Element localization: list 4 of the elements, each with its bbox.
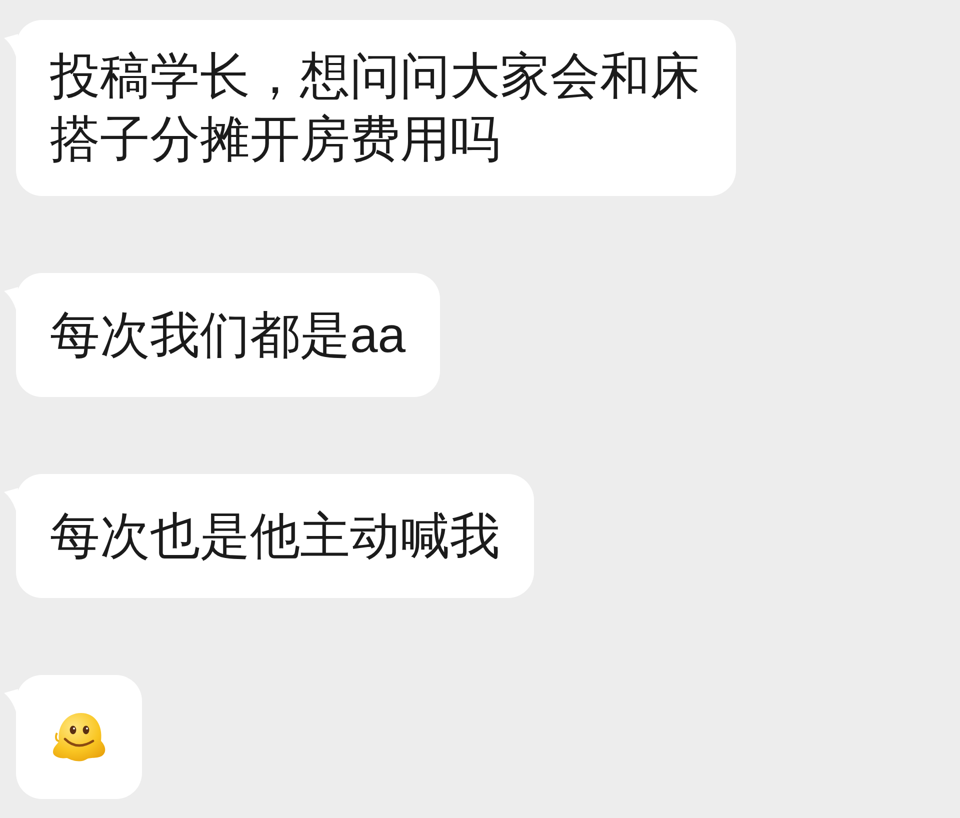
message-text: 投稿学长，想问问大家会和床搭子分摊开房费用吗 [50,47,701,169]
message-text: 每次也是他主动喊我 [50,506,500,566]
message-text: 每次我们都是aa [50,306,406,364]
melting-face-icon [51,711,107,763]
